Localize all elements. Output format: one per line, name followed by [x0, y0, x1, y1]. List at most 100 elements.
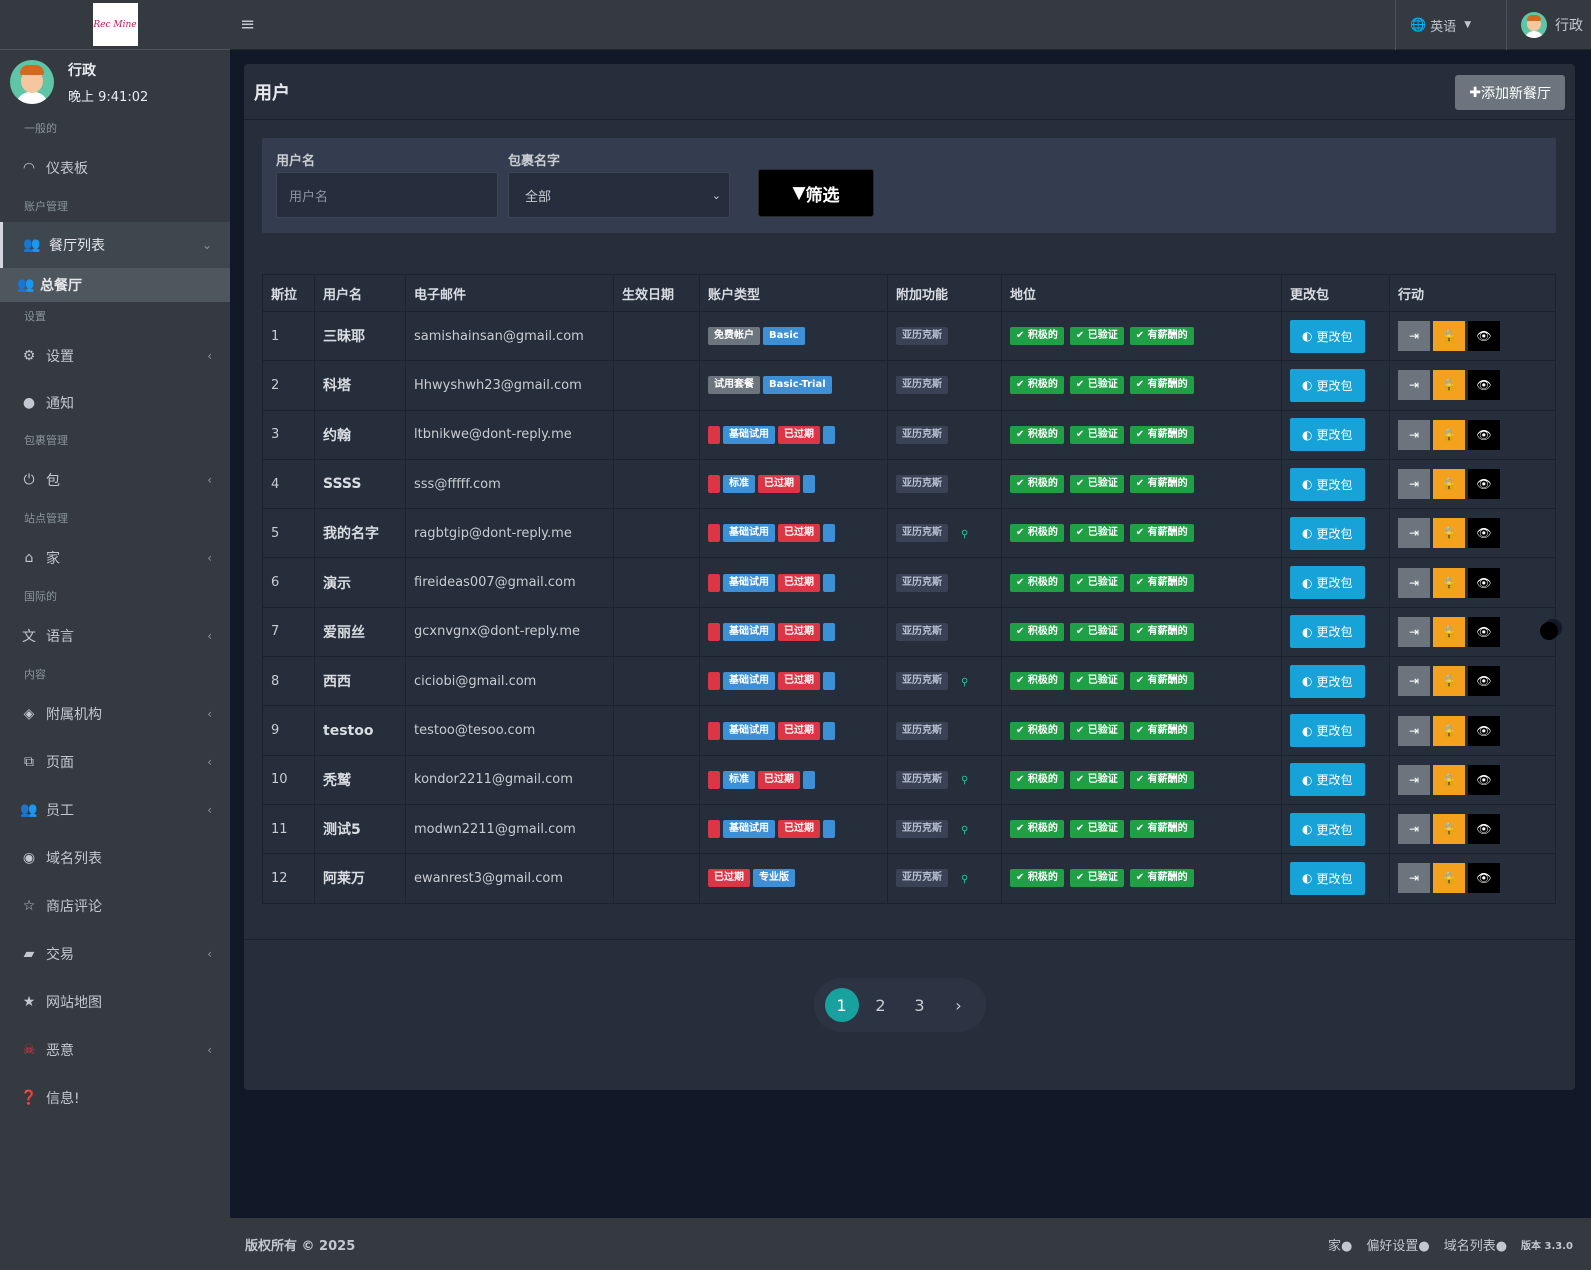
- sidebar-item-restaurant-list[interactable]: 👥 餐厅列表 ⌄: [0, 222, 230, 268]
- login-as-button[interactable]: ⇥: [1398, 715, 1430, 746]
- footer-link-preferences[interactable]: 偏好设置●: [1366, 1235, 1429, 1254]
- lock-button[interactable]: 🔒: [1433, 666, 1465, 697]
- username-input[interactable]: 用户名: [276, 172, 498, 218]
- login-as-button[interactable]: ⇥: [1398, 814, 1430, 845]
- user-name[interactable]: 行政: [68, 60, 148, 80]
- language-dropdown[interactable]: 🌐 英语 ▼: [1395, 0, 1485, 50]
- change-package-button[interactable]: ◐ 更改包: [1290, 566, 1365, 600]
- login-as-button[interactable]: ⇥: [1398, 863, 1430, 894]
- change-package-button[interactable]: ◐ 更改包: [1290, 467, 1365, 501]
- map-marker-icon[interactable]: ⚲: [961, 874, 968, 885]
- status-paid-badge[interactable]: ✔ 有薪酬的: [1129, 820, 1194, 839]
- map-marker-icon[interactable]: ⚲: [961, 775, 968, 786]
- next-page-button[interactable]: ›: [942, 988, 976, 1022]
- view-button[interactable]: 👁: [1468, 666, 1500, 697]
- sidebar-item-reviews[interactable]: ☆ 商店评论: [0, 882, 230, 930]
- change-package-button[interactable]: ◐ 更改包: [1290, 516, 1365, 550]
- status-verified-badge[interactable]: ✔ 已验证: [1069, 672, 1124, 691]
- login-as-button[interactable]: ⇥: [1398, 616, 1430, 647]
- sidebar-item-staff[interactable]: 👥 员工 ‹: [0, 786, 230, 834]
- view-button[interactable]: 👁: [1468, 321, 1500, 352]
- status-active-badge[interactable]: ✔ 积极的: [1010, 622, 1064, 641]
- status-paid-badge[interactable]: ✔ 有薪酬的: [1129, 622, 1194, 641]
- add-restaurant-button[interactable]: ✚ 添加新餐厅: [1455, 75, 1565, 110]
- footer-link-home[interactable]: 家●: [1328, 1235, 1352, 1254]
- view-button[interactable]: 👁: [1468, 469, 1500, 500]
- sidebar-item-language[interactable]: 文语言 ‹: [0, 612, 230, 660]
- sidebar-item-package[interactable]: ⏻ 包 ‹: [0, 456, 230, 504]
- lock-button[interactable]: 🔒: [1433, 419, 1465, 450]
- status-verified-badge[interactable]: ✔ 已验证: [1069, 524, 1124, 543]
- sidebar-item-malicious[interactable]: ☠ 恶意 ‹: [0, 1026, 230, 1074]
- change-package-button[interactable]: ◐ 更改包: [1290, 812, 1365, 846]
- status-verified-badge[interactable]: ✔ 已验证: [1069, 475, 1124, 494]
- status-verified-badge[interactable]: ✔ 已验证: [1069, 376, 1124, 395]
- view-button[interactable]: 👁: [1468, 370, 1500, 401]
- view-button[interactable]: 👁: [1468, 764, 1500, 795]
- footer-link-domains[interactable]: 域名列表●: [1444, 1235, 1507, 1254]
- status-paid-badge[interactable]: ✔ 有薪酬的: [1129, 327, 1194, 346]
- status-active-badge[interactable]: ✔ 积极的: [1010, 376, 1064, 395]
- view-button[interactable]: 👁: [1468, 567, 1500, 598]
- sidebar-item-home[interactable]: ⌂ 家 ‹: [0, 534, 230, 582]
- change-package-button[interactable]: ◐ 更改包: [1290, 763, 1365, 797]
- status-paid-badge[interactable]: ✔ 有薪酬的: [1129, 721, 1194, 740]
- status-paid-badge[interactable]: ✔ 有薪酬的: [1129, 425, 1194, 444]
- login-as-button[interactable]: ⇥: [1398, 321, 1430, 352]
- status-paid-badge[interactable]: ✔ 有薪酬的: [1129, 869, 1194, 888]
- sidebar-item-sitemap[interactable]: ★ 网站地图: [0, 978, 230, 1026]
- sidebar-item-all-restaurants[interactable]: 👥 总餐厅: [0, 268, 230, 302]
- view-button[interactable]: 👁: [1468, 518, 1500, 549]
- login-as-button[interactable]: ⇥: [1398, 666, 1430, 697]
- change-package-button[interactable]: ◐ 更改包: [1290, 319, 1365, 353]
- lock-button[interactable]: 🔒: [1433, 469, 1465, 500]
- login-as-button[interactable]: ⇥: [1398, 469, 1430, 500]
- login-as-button[interactable]: ⇥: [1398, 419, 1430, 450]
- login-as-button[interactable]: ⇥: [1398, 764, 1430, 795]
- sidebar-item-settings[interactable]: ⚙ 设置 ‹: [0, 332, 230, 380]
- view-button[interactable]: 👁: [1468, 419, 1500, 450]
- status-paid-badge[interactable]: ✔ 有薪酬的: [1129, 475, 1194, 494]
- status-verified-badge[interactable]: ✔ 已验证: [1069, 327, 1124, 346]
- status-paid-badge[interactable]: ✔ 有薪酬的: [1129, 573, 1194, 592]
- lock-button[interactable]: 🔒: [1433, 764, 1465, 795]
- user-menu[interactable]: 行政: [1506, 0, 1583, 50]
- change-package-button[interactable]: ◐ 更改包: [1290, 664, 1365, 698]
- status-verified-badge[interactable]: ✔ 已验证: [1069, 770, 1124, 789]
- status-active-badge[interactable]: ✔ 积极的: [1010, 425, 1064, 444]
- status-active-badge[interactable]: ✔ 积极的: [1010, 524, 1064, 543]
- status-active-badge[interactable]: ✔ 积极的: [1010, 573, 1064, 592]
- sidebar-item-dashboard[interactable]: ◠ 仪表板: [0, 144, 230, 192]
- lock-button[interactable]: 🔒: [1433, 616, 1465, 647]
- filter-button[interactable]: ▼ 筛选: [758, 169, 874, 217]
- page-2-button[interactable]: 2: [864, 988, 898, 1022]
- status-verified-badge[interactable]: ✔ 已验证: [1069, 820, 1124, 839]
- status-active-badge[interactable]: ✔ 积极的: [1010, 672, 1064, 691]
- status-verified-badge[interactable]: ✔ 已验证: [1069, 721, 1124, 740]
- page-1-button[interactable]: 1: [824, 988, 859, 1022]
- avatar[interactable]: [10, 60, 54, 104]
- lock-button[interactable]: 🔒: [1433, 370, 1465, 401]
- lock-button[interactable]: 🔒: [1433, 321, 1465, 352]
- status-active-badge[interactable]: ✔ 积极的: [1010, 869, 1064, 888]
- sidebar-item-notify[interactable]: ● 通知: [0, 380, 230, 426]
- status-paid-badge[interactable]: ✔ 有薪酬的: [1129, 376, 1194, 395]
- view-button[interactable]: 👁: [1468, 616, 1500, 647]
- status-verified-badge[interactable]: ✔ 已验证: [1069, 425, 1124, 444]
- change-package-button[interactable]: ◐ 更改包: [1290, 861, 1365, 895]
- status-active-badge[interactable]: ✔ 积极的: [1010, 820, 1064, 839]
- page-3-button[interactable]: 3: [903, 988, 937, 1022]
- lock-button[interactable]: 🔒: [1433, 567, 1465, 598]
- view-button[interactable]: 👁: [1468, 814, 1500, 845]
- status-active-badge[interactable]: ✔ 积极的: [1010, 327, 1064, 346]
- map-marker-icon[interactable]: ⚲: [961, 677, 968, 688]
- change-package-button[interactable]: ◐ 更改包: [1290, 418, 1365, 452]
- view-button[interactable]: 👁: [1468, 863, 1500, 894]
- status-active-badge[interactable]: ✔ 积极的: [1010, 770, 1064, 789]
- lock-button[interactable]: 🔒: [1433, 518, 1465, 549]
- login-as-button[interactable]: ⇥: [1398, 518, 1430, 549]
- change-package-button[interactable]: ◐ 更改包: [1290, 714, 1365, 748]
- sidebar-item-trade[interactable]: ▰ 交易 ‹: [0, 930, 230, 978]
- sidebar-item-domains[interactable]: ◉ 域名列表: [0, 834, 230, 882]
- map-marker-icon[interactable]: ⚲: [961, 825, 968, 836]
